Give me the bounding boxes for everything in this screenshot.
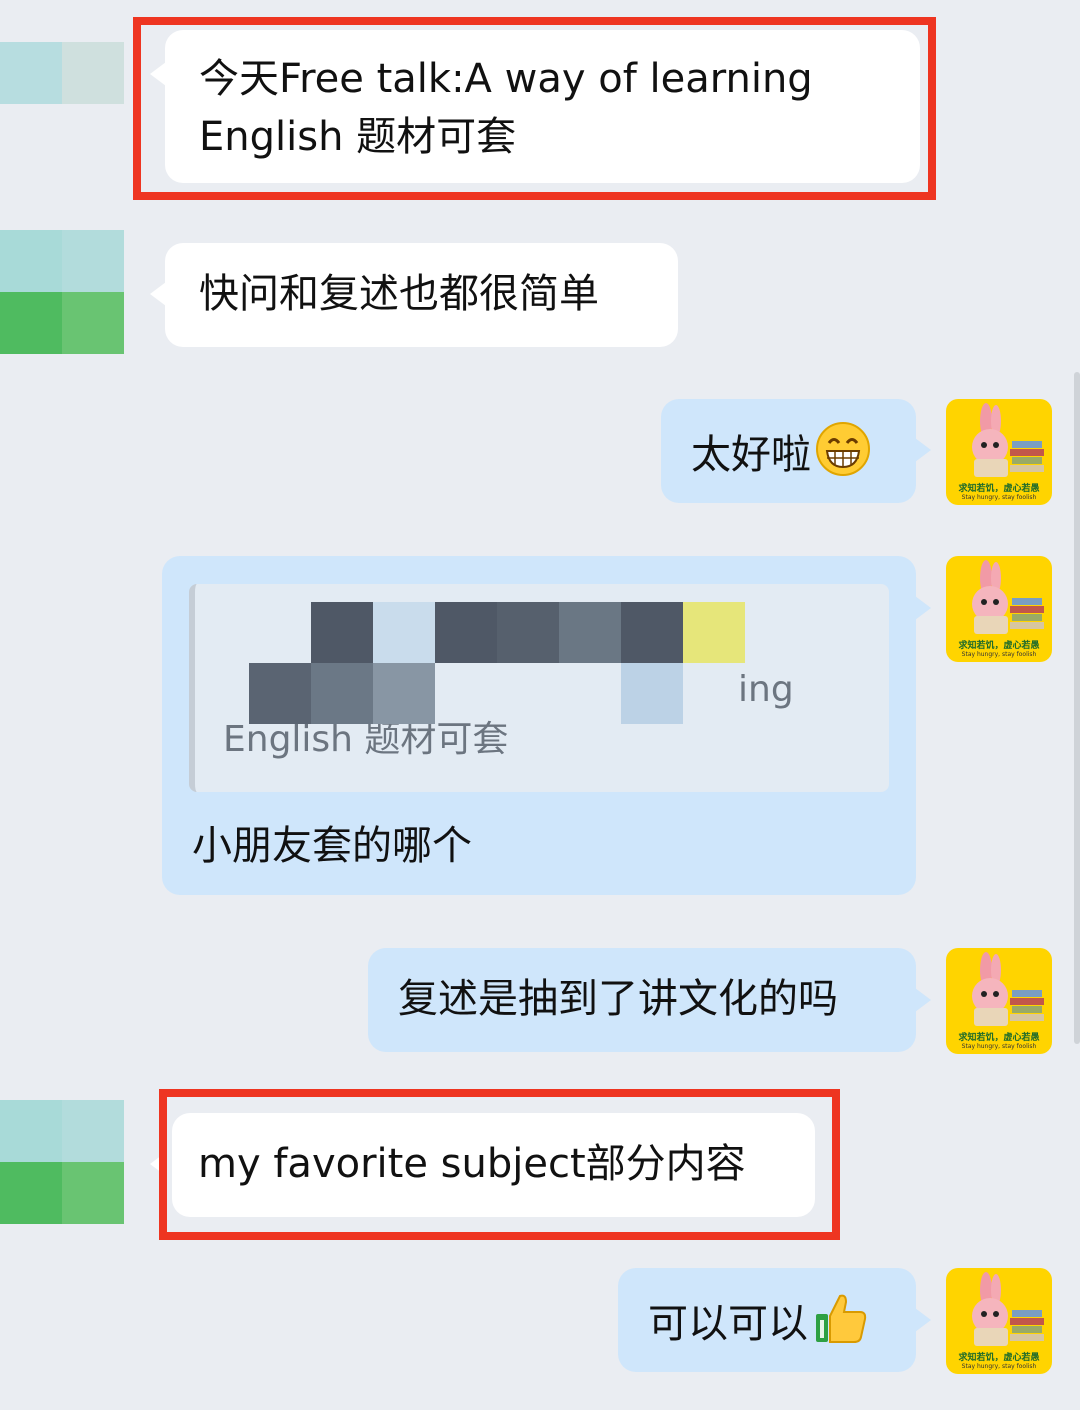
message-text: 小朋友套的哪个 — [192, 823, 472, 869]
avatar-caption-en: Stay hungry, stay foolish — [961, 651, 1037, 658]
highlight-box — [133, 17, 936, 200]
quoted-text-fragment: ing — [738, 669, 794, 710]
scrollbar[interactable] — [1074, 372, 1080, 1044]
user-avatar[interactable]: 求知若饥，虚心若愚 Stay hungry, stay foolish — [946, 556, 1052, 662]
rabbit-icon — [972, 952, 1044, 1026]
bubble-tail — [915, 596, 931, 620]
user-avatar[interactable]: 求知若饥，虚心若愚 Stay hungry, stay foolish — [946, 948, 1052, 1054]
highlight-box — [159, 1089, 840, 1240]
avatar-caption: 求知若饥，虚心若愚 — [958, 1353, 1040, 1363]
avatar-caption-en: Stay hungry, stay foolish — [961, 1043, 1037, 1050]
message-bubble[interactable]: 复述是抽到了讲文化的吗 — [368, 948, 916, 1052]
sender-avatar-pixelated[interactable] — [0, 42, 124, 104]
grinning-face-emoji — [815, 421, 871, 493]
bubble-tail — [915, 1308, 931, 1332]
message-bubble[interactable]: 可以可以 — [618, 1268, 916, 1372]
avatar-caption: 求知若饥，虚心若愚 — [958, 1033, 1040, 1043]
message-text: 可以可以 — [648, 1301, 808, 1347]
rabbit-icon — [972, 403, 1044, 477]
avatar-caption-en: Stay hungry, stay foolish — [961, 494, 1037, 501]
message-text: 太好啦 — [691, 432, 811, 478]
bubble-tail — [150, 282, 166, 306]
rabbit-icon — [972, 560, 1044, 634]
avatar-caption-en: Stay hungry, stay foolish — [961, 1363, 1037, 1370]
message-bubble[interactable]: 快问和复述也都很简单 — [165, 243, 678, 347]
sender-avatar-pixelated[interactable] — [0, 1100, 124, 1224]
bubble-tail — [915, 438, 931, 462]
message-bubble[interactable]: 太好啦 — [661, 399, 916, 503]
avatar-caption: 求知若饥，虚心若愚 — [958, 484, 1040, 494]
rabbit-icon — [972, 1272, 1044, 1346]
thumbs-up-emoji — [812, 1290, 868, 1362]
message-text: 快问和复述也都很简单 — [199, 271, 599, 317]
sender-avatar-pixelated[interactable] — [0, 230, 124, 354]
redacted-mosaic — [249, 602, 746, 724]
message-text: 复述是抽到了讲文化的吗 — [398, 976, 838, 1022]
user-avatar[interactable]: 求知若饥，虚心若愚 Stay hungry, stay foolish — [946, 399, 1052, 505]
user-avatar[interactable]: 求知若饥，虚心若愚 Stay hungry, stay foolish — [946, 1268, 1052, 1374]
avatar-caption: 求知若饥，虚心若愚 — [958, 641, 1040, 651]
bubble-tail — [915, 988, 931, 1012]
